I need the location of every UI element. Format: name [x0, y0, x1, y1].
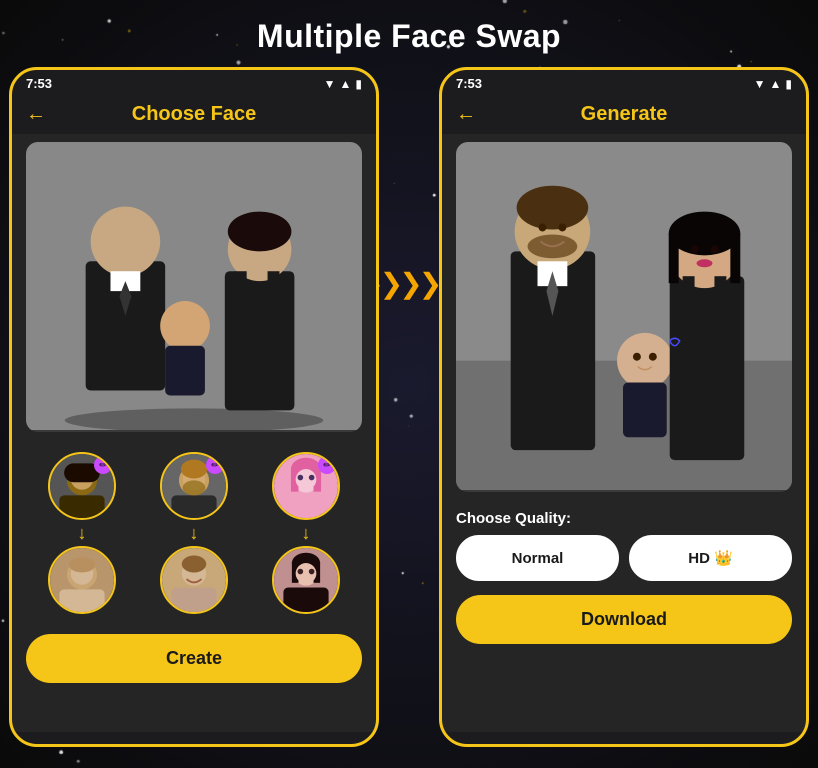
face-col-1: ✏ ↓	[48, 452, 116, 614]
source-face-1[interactable]: ✏	[48, 452, 116, 520]
right-photo-area	[456, 142, 792, 492]
right-phone-wrapper: 7:53 ▼ ▲ ▮ ← Generate	[439, 67, 809, 747]
target-face-1-svg	[50, 548, 114, 612]
right-phone-content: Choose Quality: Normal HD 👑 Download	[440, 134, 808, 732]
middle-arrow: ❯❯❯❯❯	[379, 267, 439, 300]
right-family-photo	[456, 142, 792, 490]
edit-badge-2[interactable]: ✏	[206, 456, 224, 474]
quality-options: Normal HD 👑	[456, 535, 792, 581]
right-phone: 7:53 ▼ ▲ ▮ ← Generate	[439, 67, 809, 747]
left-photo-area	[26, 142, 362, 432]
right-header: ← Generate	[440, 95, 808, 134]
target-face-3[interactable]	[272, 546, 340, 614]
arrow-down-3: ↓	[302, 524, 311, 542]
phones-container: 7:53 ▼ ▲ ▮ ← Choose Face	[0, 67, 818, 747]
right-wifi-icon: ▲	[770, 77, 782, 91]
left-header-title: Choose Face	[132, 103, 256, 126]
left-family-photo	[26, 142, 362, 430]
create-button[interactable]: Create	[26, 634, 362, 683]
quality-section: Choose Quality: Normal HD 👑	[440, 500, 808, 587]
right-status-icons: ▼ ▲ ▮	[754, 77, 792, 91]
arrow-down-2: ↓	[190, 524, 199, 542]
quality-normal-button[interactable]: Normal	[456, 535, 619, 581]
left-phone-wrapper: 7:53 ▼ ▲ ▮ ← Choose Face	[9, 67, 379, 747]
right-status-bar: 7:53 ▼ ▲ ▮	[440, 68, 808, 95]
face-swaps-grid: ✏ ↓	[10, 440, 378, 626]
page-title: Multiple Face Swap	[0, 0, 818, 67]
source-face-2[interactable]: ✏	[160, 452, 228, 520]
right-battery-icon: ▮	[785, 77, 792, 91]
right-header-title: Generate	[581, 103, 668, 126]
left-back-button[interactable]: ←	[26, 103, 46, 126]
target-face-2-svg	[162, 548, 226, 612]
right-signal-icon: ▼	[754, 77, 766, 91]
face-col-2: ✏ ↓	[160, 452, 228, 614]
left-phone-content: ✏ ↓	[10, 134, 378, 732]
face-col-3: ✏ ↓	[272, 452, 340, 614]
left-phone: 7:53 ▼ ▲ ▮ ← Choose Face	[9, 67, 379, 747]
quality-label: Choose Quality:	[456, 510, 792, 527]
signal-icon: ▼	[324, 77, 336, 91]
left-status-time: 7:53	[26, 76, 52, 91]
target-face-1[interactable]	[48, 546, 116, 614]
left-status-bar: 7:53 ▼ ▲ ▮	[10, 68, 378, 95]
arrow-down-1: ↓	[78, 524, 87, 542]
edit-badge-3[interactable]: ✏	[318, 456, 336, 474]
battery-icon: ▮	[355, 77, 362, 91]
source-faces-row: ✏ ↓	[26, 452, 362, 614]
download-button[interactable]: Download	[456, 595, 792, 644]
left-status-icons: ▼ ▲ ▮	[324, 77, 362, 91]
quality-hd-button[interactable]: HD 👑	[629, 535, 792, 581]
left-header: ← Choose Face	[10, 95, 378, 134]
wifi-icon: ▲	[340, 77, 352, 91]
right-back-button[interactable]: ←	[456, 103, 476, 126]
target-face-2[interactable]	[160, 546, 228, 614]
edit-badge-1[interactable]: ✏	[94, 456, 112, 474]
target-face-3-svg	[274, 548, 338, 612]
source-face-3[interactable]: ✏	[272, 452, 340, 520]
right-status-time: 7:53	[456, 76, 482, 91]
